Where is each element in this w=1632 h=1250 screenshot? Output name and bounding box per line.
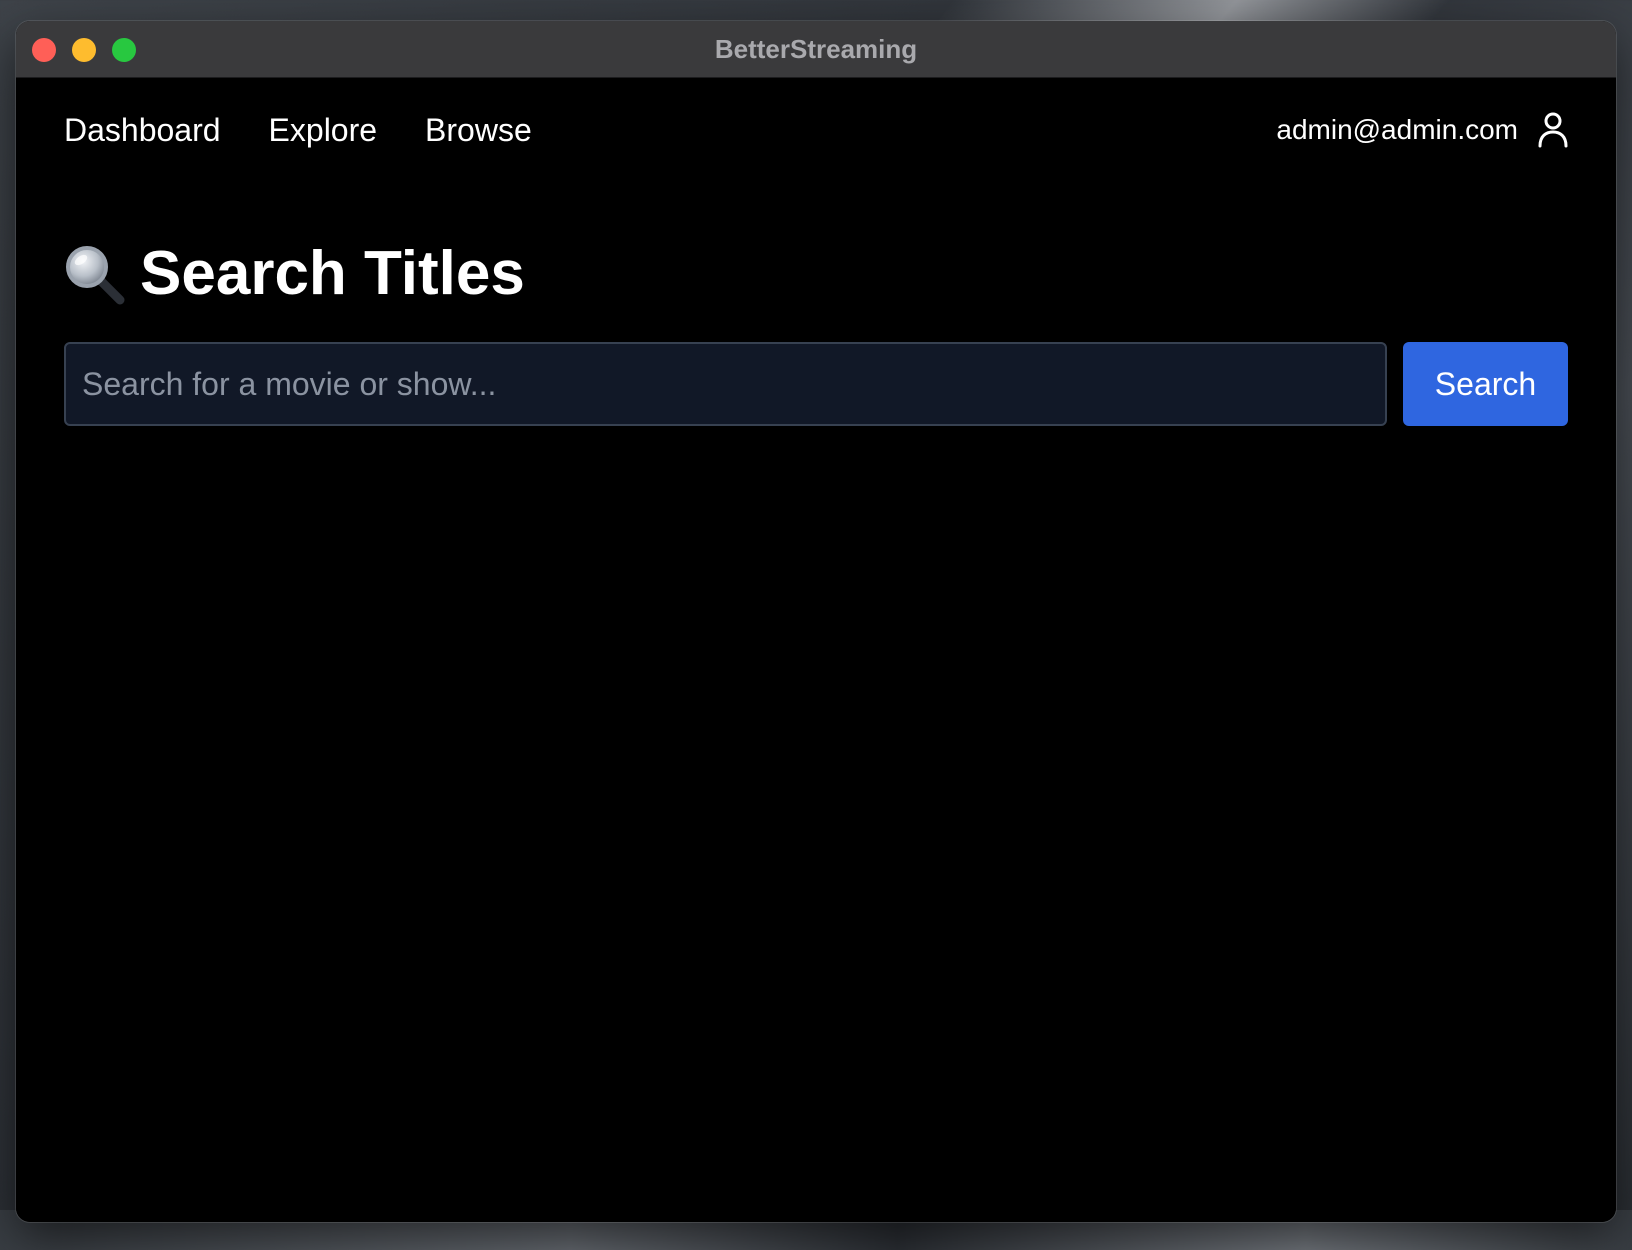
- user-menu[interactable]: admin@admin.com: [1276, 110, 1568, 150]
- nav-link-explore[interactable]: Explore: [269, 110, 378, 150]
- page-heading: Search Titles: [62, 238, 525, 310]
- user-icon[interactable]: [1538, 112, 1568, 148]
- nav-link-dashboard[interactable]: Dashboard: [64, 110, 221, 150]
- window-titlebar[interactable]: BetterStreaming: [16, 21, 1616, 78]
- user-email: admin@admin.com: [1276, 114, 1518, 145]
- app-window: BetterStreaming Dashboard Explore Browse…: [16, 21, 1616, 1222]
- window-title: BetterStreaming: [714, 34, 918, 64]
- search-bar: Search: [64, 342, 1568, 426]
- main-nav: Dashboard Explore Browse: [64, 110, 532, 150]
- magnifying-glass-icon: [66, 246, 125, 305]
- search-button[interactable]: Search: [1403, 342, 1568, 426]
- nav-link-browse[interactable]: Browse: [425, 110, 532, 150]
- search-input[interactable]: [64, 342, 1387, 426]
- app-content: Dashboard Explore Browse admin@admin.com: [16, 78, 1616, 1222]
- page-title: Search Titles: [140, 239, 525, 308]
